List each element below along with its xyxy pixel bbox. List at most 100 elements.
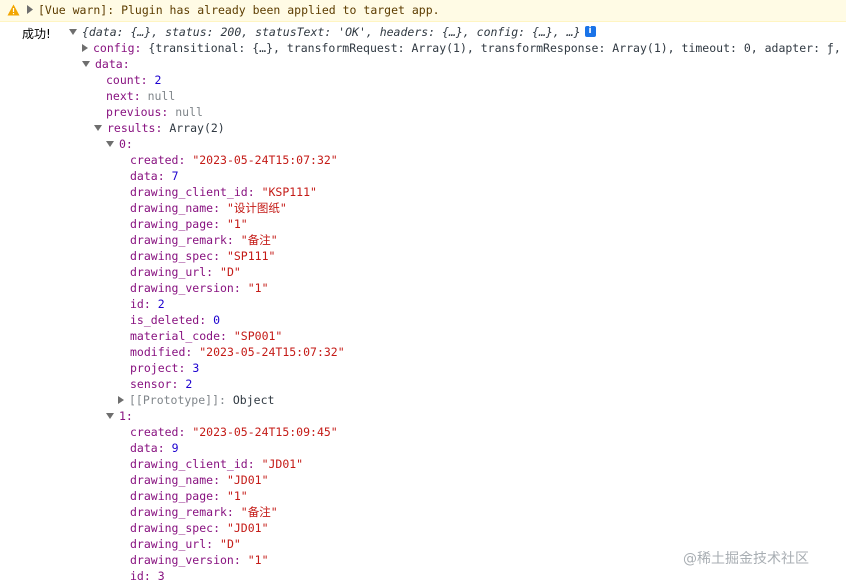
field-value: "备注" (240, 233, 278, 247)
field-key: id: 3 (130, 569, 165, 583)
results-row[interactable]: results: Array(2) (94, 120, 225, 136)
field-value: "1" (247, 281, 269, 295)
item-index: 1: (119, 409, 133, 423)
field-value: "JD01" (226, 473, 269, 487)
field-value: 0 (213, 313, 221, 327)
results-preview: Array(2) (169, 121, 225, 135)
field-row: is_deleted: 0 (130, 312, 220, 328)
field-row: drawing_url: "D" (130, 536, 241, 552)
field-key: drawing_spec: (130, 521, 221, 535)
prototype-value: Object (232, 393, 275, 407)
field-key: created: (130, 153, 186, 167)
field-row: drawing_spec: "SP111" (130, 248, 275, 264)
prototype-row[interactable]: [[Prototype]]: Object (118, 392, 274, 408)
response-object-row[interactable]: {data: {…}, status: 200, statusText: 'OK… (69, 24, 596, 40)
field-value: 2 (185, 377, 193, 391)
field-key: material_code: (130, 329, 227, 343)
watermark: @稀土掘金技术社区 (683, 551, 809, 567)
field-key: drawing_remark: (130, 233, 234, 247)
previous-key: previous: (106, 105, 169, 119)
field-row: created: "2023-05-24T15:07:32" (130, 152, 338, 168)
field-key: data: (130, 169, 165, 183)
field-key: drawing_client_id: (130, 457, 255, 471)
next-key: next: (106, 89, 141, 103)
field-key: drawing_page: (130, 217, 221, 231)
field-value: "2023-05-24T15:09:45" (192, 425, 338, 439)
field-row: drawing_name: "设计图纸" (130, 200, 287, 216)
field-value: "1" (247, 553, 269, 567)
prototype-key: [[Prototype]]: (129, 393, 226, 407)
count-value: 2 (154, 73, 162, 87)
collapse-arrow-icon[interactable] (106, 140, 114, 147)
result-item-0-row[interactable]: 0: (106, 136, 133, 152)
warning-text: [Vue warn]: Plugin has already been appl… (38, 3, 440, 17)
expand-arrow-icon[interactable] (118, 395, 124, 404)
expand-arrow-icon[interactable] (82, 43, 88, 52)
expand-warning-icon[interactable] (27, 5, 34, 14)
info-icon[interactable]: i (584, 26, 596, 37)
field-row-partial: id: 3 (130, 568, 165, 584)
field-key: project: (130, 361, 186, 375)
results-key: results: (107, 121, 163, 135)
field-value: "JD01" (226, 521, 269, 535)
field-row: project: 3 (130, 360, 199, 376)
config-row[interactable]: config: {transitional: {…}, transformReq… (82, 40, 846, 56)
field-key: data: (130, 441, 165, 455)
field-row: drawing_page: "1" (130, 216, 248, 232)
config-preview: {transitional: {…}, transformRequest: Ar… (148, 41, 846, 55)
config-key: config: (93, 41, 142, 55)
field-key: modified: (130, 345, 193, 359)
collapse-arrow-icon[interactable] (82, 60, 90, 67)
item-index: 0: (119, 137, 133, 151)
field-row: drawing_client_id: "JD01" (130, 456, 303, 472)
field-value: 7 (171, 169, 179, 183)
field-row: drawing_version: "1" (130, 280, 269, 296)
field-value: "SP111" (226, 249, 276, 263)
field-row: data: 7 (130, 168, 179, 184)
collapse-arrow-icon[interactable] (94, 124, 102, 131)
field-key: drawing_version: (130, 281, 241, 295)
data-row[interactable]: data: (82, 56, 130, 72)
field-value: "备注" (240, 505, 278, 519)
field-key: drawing_client_id: (130, 185, 255, 199)
collapse-arrow-icon[interactable] (106, 412, 114, 419)
response-preview: {data: {…}, status: 200, statusText: 'OK… (82, 25, 581, 39)
field-key: id: (130, 297, 151, 311)
data-key: data: (95, 57, 130, 71)
previous-row: previous: null (106, 104, 203, 120)
field-key: drawing_name: (130, 473, 221, 487)
next-value: null (147, 89, 176, 103)
field-value: 9 (171, 441, 179, 455)
field-row: drawing_remark: "备注" (130, 232, 278, 248)
result-item-1-row[interactable]: 1: (106, 408, 133, 424)
field-value: "SP001" (233, 329, 283, 343)
field-key: is_deleted: (130, 313, 207, 327)
field-value: "KSP111" (261, 185, 317, 199)
field-row: created: "2023-05-24T15:09:45" (130, 424, 338, 440)
field-row: drawing_name: "JD01" (130, 472, 269, 488)
field-row: data: 9 (130, 440, 179, 456)
field-row: drawing_page: "1" (130, 488, 248, 504)
next-row: next: null (106, 88, 175, 104)
log-prefix: 成功! (22, 27, 51, 41)
field-value: "D" (220, 537, 241, 551)
field-value: "JD01" (261, 457, 304, 471)
field-key: drawing_version: (130, 553, 241, 567)
field-value: "2023-05-24T15:07:32" (192, 153, 338, 167)
field-value: "D" (220, 265, 241, 279)
field-row: drawing_spec: "JD01" (130, 520, 269, 536)
field-row: drawing_url: "D" (130, 264, 241, 280)
field-key: drawing_url: (130, 537, 214, 551)
field-key: drawing_spec: (130, 249, 221, 263)
collapse-arrow-icon[interactable] (69, 28, 77, 35)
field-value: 2 (157, 297, 165, 311)
field-row: material_code: "SP001" (130, 328, 282, 344)
field-key: drawing_remark: (130, 505, 234, 519)
field-row: modified: "2023-05-24T15:07:32" (130, 344, 345, 360)
field-key: created: (130, 425, 186, 439)
field-row: drawing_version: "1" (130, 552, 269, 568)
count-key: count: (106, 73, 148, 87)
field-row: drawing_client_id: "KSP111" (130, 184, 317, 200)
field-value: "1" (226, 489, 248, 503)
field-row: sensor: 2 (130, 376, 192, 392)
